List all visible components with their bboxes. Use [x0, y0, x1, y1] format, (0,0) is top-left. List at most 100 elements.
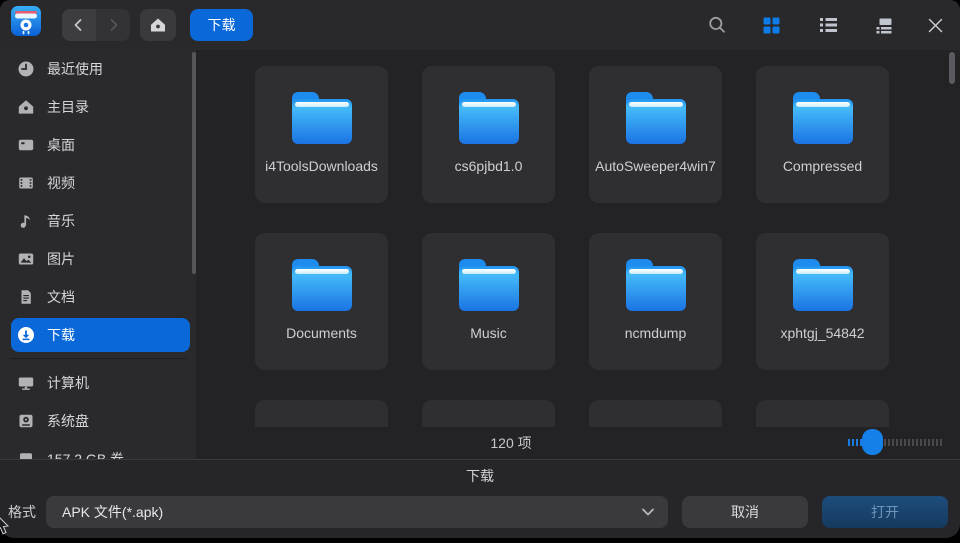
sidebar-item-label: 图片: [47, 249, 75, 269]
grid-view-button[interactable]: [759, 13, 783, 37]
chevron-left-icon: [70, 16, 88, 34]
folder-grid: i4ToolsDownloads cs6pjbd1.0 AutoSweeper4…: [196, 50, 960, 427]
folder-icon: [292, 259, 352, 311]
computer-icon: [17, 374, 35, 392]
folder-card[interactable]: Music: [422, 233, 555, 370]
clock-icon: [17, 60, 35, 78]
list-view-button[interactable]: [816, 13, 840, 37]
dialog-title: 下载: [0, 466, 960, 486]
desktop-icon: [17, 136, 35, 154]
folder-card[interactable]: Compressed: [756, 66, 889, 203]
format-combobox[interactable]: APK 文件(*.apk): [46, 496, 668, 528]
document-icon: [17, 288, 35, 306]
detail-view-icon: [876, 17, 893, 34]
home-button[interactable]: [140, 9, 176, 41]
folder-icon: [459, 92, 519, 144]
picture-icon: [17, 250, 35, 268]
file-manager-app-icon: [10, 5, 42, 37]
folder-name: Music: [422, 323, 555, 343]
folder-card[interactable]: cs6pjbd1.0: [422, 66, 555, 203]
forward-button[interactable]: [96, 9, 130, 41]
music-note-icon: [17, 212, 35, 230]
folder-card[interactable]: xphtgj_54842: [756, 233, 889, 370]
chevron-right-icon: [104, 16, 122, 34]
folder-name: ncmdump: [589, 323, 722, 343]
file-dialog-window: 下载: [0, 0, 960, 538]
film-icon: [17, 174, 35, 192]
folder-icon: [793, 92, 853, 144]
breadcrumb-downloads[interactable]: 下载: [190, 9, 253, 41]
folder-card-partial[interactable]: [756, 400, 889, 427]
folder-card[interactable]: AutoSweeper4win7: [589, 66, 722, 203]
folder-name: Compressed: [756, 156, 889, 176]
folder-icon: [626, 92, 686, 144]
list-view-icon: [820, 17, 837, 33]
system-disk-icon: [17, 412, 35, 430]
folder-icon: [793, 259, 853, 311]
sidebar-item-label: 计算机: [47, 373, 89, 393]
format-label: 格式: [8, 496, 36, 528]
sidebar-item-videos[interactable]: 视频: [0, 164, 196, 202]
folder-name: xphtgj_54842: [756, 323, 889, 343]
cancel-button[interactable]: 取消: [682, 496, 808, 528]
sidebar-item-label: 音乐: [47, 211, 75, 231]
content-scrollbar[interactable]: [949, 52, 955, 84]
sidebar-item-downloads[interactable]: 下载: [0, 316, 196, 354]
folder-name: i4ToolsDownloads: [255, 156, 388, 176]
dialog-footer: 下载 格式 APK 文件(*.apk) 取消 打开: [0, 459, 960, 538]
detail-view-button[interactable]: [872, 13, 896, 37]
item-count-label: 120 项: [490, 433, 531, 453]
volume-drive-icon: [17, 450, 35, 459]
folder-icon: [459, 259, 519, 311]
folder-name: cs6pjbd1.0: [422, 156, 555, 176]
home-icon: [17, 98, 35, 116]
format-combobox-value: APK 文件(*.apk): [62, 502, 642, 522]
sidebar-item-label: 157.2 GB 卷: [47, 449, 124, 459]
folder-card-partial[interactable]: [255, 400, 388, 427]
sidebar-item-home[interactable]: 主目录: [0, 88, 196, 126]
home-icon: [149, 16, 167, 34]
sidebar-item-volume[interactable]: 157.2 GB 卷: [0, 440, 196, 459]
grid-view-icon: [763, 17, 780, 34]
sidebar-selection-highlight: [11, 318, 190, 352]
titlebar: 下载: [0, 0, 960, 50]
sidebar-item-label: 主目录: [47, 97, 89, 117]
folder-card-partial[interactable]: [589, 400, 722, 427]
open-button[interactable]: 打开: [822, 496, 948, 528]
back-button[interactable]: [62, 9, 96, 41]
sidebar-item-label: 下载: [47, 325, 75, 345]
folder-card-partial[interactable]: [422, 400, 555, 427]
folder-card[interactable]: i4ToolsDownloads: [255, 66, 388, 203]
sidebar-item-music[interactable]: 音乐: [0, 202, 196, 240]
sidebar-item-recent[interactable]: 最近使用: [0, 50, 196, 88]
sidebar-item-computer[interactable]: 计算机: [0, 364, 196, 402]
zoom-slider-thumb[interactable]: [862, 429, 883, 455]
folder-card[interactable]: Documents: [255, 233, 388, 370]
folder-card[interactable]: ncmdump: [589, 233, 722, 370]
folder-name: Documents: [255, 323, 388, 343]
sidebar-item-label: 系统盘: [47, 411, 89, 431]
close-button[interactable]: [923, 13, 947, 37]
nav-button-group: [62, 9, 130, 41]
sidebar-item-label: 桌面: [47, 135, 75, 155]
sidebar-item-desktop[interactable]: 桌面: [0, 126, 196, 164]
zoom-slider-ticks: [884, 439, 942, 446]
file-grid-area: i4ToolsDownloads cs6pjbd1.0 AutoSweeper4…: [196, 50, 960, 459]
search-button[interactable]: [705, 13, 729, 37]
folder-icon: [626, 259, 686, 311]
sidebar-item-label: 文档: [47, 287, 75, 307]
sidebar-item-pictures[interactable]: 图片: [0, 240, 196, 278]
sidebar-item-label: 最近使用: [47, 59, 103, 79]
folder-icon: [292, 92, 352, 144]
folder-name: AutoSweeper4win7: [589, 156, 722, 176]
status-bar: 120 项: [196, 426, 960, 459]
close-icon: [928, 18, 943, 33]
sidebar: 最近使用 主目录 桌面 视频: [0, 50, 196, 459]
mouse-cursor: [0, 516, 11, 543]
sidebar-item-system-disk[interactable]: 系统盘: [0, 402, 196, 440]
sidebar-item-documents[interactable]: 文档: [0, 278, 196, 316]
chevron-down-icon: [642, 508, 654, 516]
sidebar-separator: [10, 358, 186, 359]
download-icon: [17, 326, 35, 344]
sidebar-item-label: 视频: [47, 173, 75, 193]
